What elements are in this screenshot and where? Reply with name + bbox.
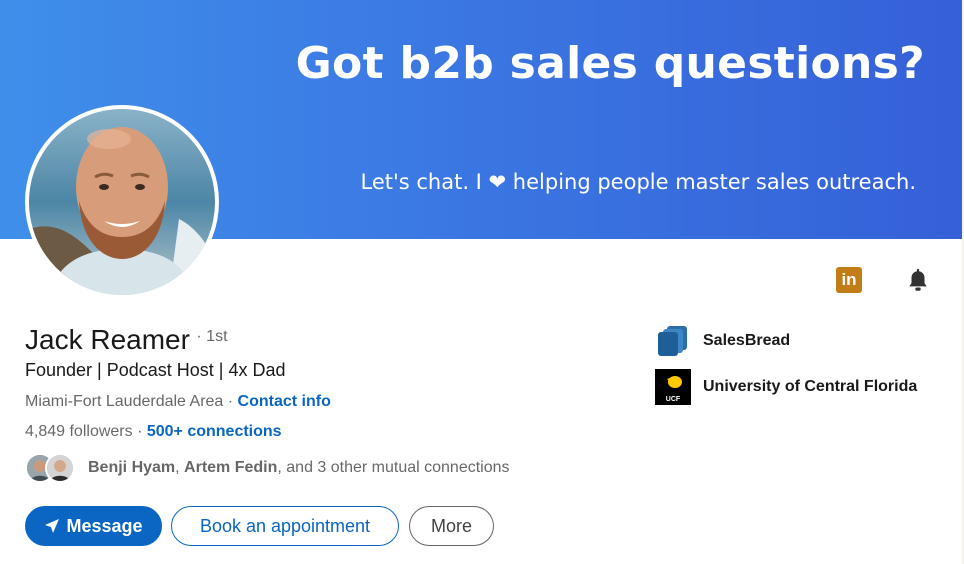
banner-subline: Let's chat. I ❤ helping people master sa… [360, 170, 916, 194]
connections-separator: · [132, 423, 147, 440]
ucf-logo-text: UCF [666, 396, 681, 403]
more-button[interactable]: More [409, 506, 494, 546]
company-salesbread-label: SalesBread [703, 332, 791, 349]
book-appointment-label: Book an appointment [199, 516, 371, 536]
banner-headline: Got b2b sales questions? [295, 38, 925, 89]
linkedin-premium-icon[interactable]: in [836, 267, 862, 293]
profile-location: Miami-Fort Lauderdale Area [25, 393, 224, 410]
mutual-person-2[interactable]: Artem Fedin [184, 459, 277, 476]
message-button[interactable]: Message [25, 506, 162, 546]
message-button-label: Message [66, 516, 143, 536]
mutual-rest: , and 3 other mutual connections [277, 459, 510, 476]
mutual-connections-text[interactable]: Benji Hyam, Artem Fedin, and 3 other mut… [88, 459, 510, 477]
profile-headline: Founder | Podcast Host | 4x Dad [25, 360, 286, 380]
followers-count: 4,849 followers [25, 423, 133, 440]
connection-degree: · 1st [196, 328, 228, 345]
send-icon [45, 519, 60, 533]
profile-card: Got b2b sales questions? Let's chat. I ❤… [0, 0, 962, 564]
location-row: Miami-Fort Lauderdale Area · Contact inf… [25, 393, 331, 411]
salesbread-logo [655, 323, 691, 359]
ucf-logo: UCF [655, 369, 691, 405]
mutual-avatar-2 [45, 453, 75, 483]
profile-name: Jack Reamer [25, 324, 190, 355]
name-row: Jack Reamer · 1st [25, 324, 228, 356]
contact-info-link[interactable]: Contact info [238, 393, 331, 410]
location-separator: · [223, 393, 238, 410]
profile-avatar[interactable] [25, 105, 219, 299]
mutual-person-1[interactable]: Benji Hyam [88, 459, 175, 476]
more-button-label: More [430, 516, 472, 536]
bell-icon[interactable] [905, 268, 931, 294]
book-appointment-button[interactable]: Book an appointment [171, 506, 399, 546]
follow-row: 4,849 followers · 500+ connections [25, 423, 282, 441]
company-ucf-label: University of Central Florida [703, 378, 918, 395]
connections-link[interactable]: 500+ connections [147, 423, 282, 440]
mutual-comma: , [175, 459, 185, 476]
